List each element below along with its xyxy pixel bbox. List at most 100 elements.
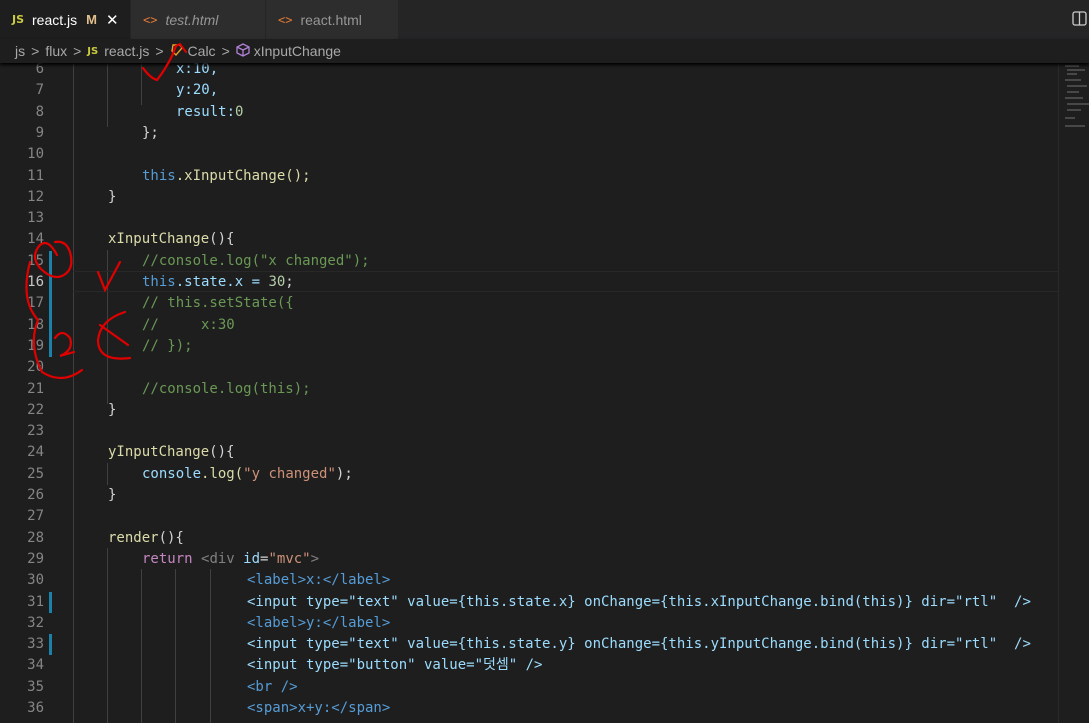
code-line: 12 } bbox=[0, 187, 1058, 208]
code-token: //console.log("x changed"); bbox=[142, 252, 370, 269]
minimap-line bbox=[1065, 79, 1081, 81]
tab-label: react.js bbox=[32, 11, 78, 28]
modified-line-marker bbox=[49, 335, 52, 358]
code-token: .xInputChange(); bbox=[175, 167, 311, 184]
line-number: 24 bbox=[27, 444, 44, 461]
code-token: <span>x+y:</span> bbox=[247, 700, 391, 716]
minimap-line bbox=[1065, 125, 1085, 127]
code-line: 15 //console.log("x changed"); bbox=[0, 250, 1058, 272]
code-token: 30 bbox=[268, 274, 286, 290]
code-line: 25 console.log("y changed"); bbox=[0, 464, 1058, 485]
code-token: ); bbox=[335, 465, 353, 482]
line-number: 9 bbox=[35, 124, 44, 141]
minimap-line bbox=[1067, 69, 1085, 71]
code-token: <label>y:</label> bbox=[247, 614, 391, 631]
line-number: 8 bbox=[35, 103, 44, 120]
code-token: // this.setState({ bbox=[142, 295, 294, 312]
code-line: 31 <input type="text" value={this.state.… bbox=[0, 591, 1058, 613]
line-number: 19 bbox=[27, 337, 44, 354]
code-token: "mvc" bbox=[268, 550, 311, 567]
code-token: return bbox=[142, 550, 193, 567]
tab-label: react.html bbox=[300, 11, 362, 28]
breadcrumb-file[interactable]: react.js bbox=[104, 43, 149, 59]
code-token: <label>x:</label> bbox=[247, 572, 391, 589]
minimap-line bbox=[1065, 65, 1079, 67]
minimap-line bbox=[1065, 97, 1083, 99]
minimap[interactable] bbox=[1058, 63, 1089, 723]
code-token: } bbox=[108, 188, 117, 205]
code-token: // }); bbox=[142, 337, 193, 354]
code-line: 23 bbox=[0, 421, 1058, 442]
line-number: 12 bbox=[27, 188, 44, 205]
code-line: 10 bbox=[0, 144, 1058, 165]
code-line: 29 return <div id="mvc"> bbox=[0, 549, 1058, 570]
line-number: 29 bbox=[27, 550, 44, 567]
line-number: 22 bbox=[27, 401, 44, 418]
line-number: 6 bbox=[35, 63, 44, 77]
tab-react-js[interactable]: JS react.js M ✕ bbox=[0, 0, 131, 39]
layout-icon[interactable] bbox=[1071, 9, 1089, 29]
code-line: 17 // this.setState({ bbox=[0, 293, 1058, 315]
modified-indicator: M bbox=[86, 12, 97, 27]
modified-line-marker bbox=[49, 272, 52, 294]
code-token: <br /> bbox=[247, 678, 298, 695]
breadcrumb-folder-flux[interactable]: flux bbox=[45, 43, 67, 59]
minimap-line bbox=[1067, 73, 1077, 75]
code-line: 32 <label>y:</label> bbox=[0, 613, 1058, 634]
code-line: 19 // }); bbox=[0, 335, 1058, 358]
line-number: 32 bbox=[27, 614, 44, 631]
tab-test-html[interactable]: <> test.html bbox=[131, 0, 266, 39]
breadcrumb: js > flux > JS react.js > Calc > xInputC… bbox=[0, 39, 1089, 63]
line-number: 23 bbox=[27, 423, 44, 440]
tab-label: test.html bbox=[165, 11, 219, 28]
minimap-line bbox=[1067, 91, 1079, 93]
code-token: .state.x = bbox=[175, 274, 269, 290]
line-number: 10 bbox=[27, 146, 44, 163]
close-icon[interactable]: ✕ bbox=[106, 11, 119, 29]
code-token: (){ bbox=[209, 231, 235, 248]
code-token: result: bbox=[176, 103, 236, 120]
code-line: 27 bbox=[0, 506, 1058, 527]
line-number: 15 bbox=[27, 252, 44, 269]
method-symbol-icon bbox=[236, 42, 250, 60]
code-token: (){ bbox=[158, 529, 184, 546]
breadcrumb-folder-js[interactable]: js bbox=[15, 43, 25, 59]
minimap-line bbox=[1065, 117, 1075, 119]
line-number: 30 bbox=[27, 572, 44, 589]
code-token: .log( bbox=[201, 465, 244, 482]
code-token: console bbox=[142, 465, 202, 482]
code-token: render bbox=[108, 529, 159, 546]
code-line: 21 //console.log(this); bbox=[0, 379, 1058, 400]
code-line: 16 this.state.x = 30; bbox=[0, 272, 1058, 294]
line-number: 20 bbox=[27, 359, 44, 376]
code-line: 34 <input type="button" value="덧셈" /> bbox=[0, 655, 1058, 676]
line-number: 34 bbox=[27, 657, 44, 674]
breadcrumb-class[interactable]: Calc bbox=[188, 43, 216, 59]
code-token: <input type="text" value={this.state.y} … bbox=[247, 636, 1031, 653]
breadcrumb-separator: > bbox=[155, 43, 164, 59]
line-number: 13 bbox=[27, 210, 44, 227]
tab-bar: JS react.js M ✕ <> test.html <> react.ht… bbox=[0, 0, 1089, 39]
code-line: 33 <input type="text" value={this.state.… bbox=[0, 634, 1058, 656]
code-token: ; bbox=[285, 274, 294, 290]
line-number: 25 bbox=[27, 465, 44, 482]
line-number: 33 bbox=[27, 636, 44, 653]
code-token: this bbox=[142, 167, 176, 184]
breadcrumb-method[interactable]: xInputChange bbox=[254, 43, 341, 59]
code-token: <input type="button" value="덧셈" /> bbox=[247, 657, 543, 674]
code-token: //console.log(this); bbox=[142, 380, 311, 397]
code-token: }; bbox=[142, 124, 159, 141]
code-line: 26 } bbox=[0, 485, 1058, 506]
html-file-icon: <> bbox=[278, 12, 293, 27]
line-number: 31 bbox=[27, 593, 44, 610]
code-editor[interactable]: 6 x:10, 7 y:20, 8 result:0 9 }; 10 11 th… bbox=[0, 63, 1058, 723]
line-number: 36 bbox=[27, 700, 44, 716]
code-token: id bbox=[243, 550, 261, 567]
tab-react-html[interactable]: <> react.html bbox=[266, 0, 399, 39]
modified-line-marker bbox=[49, 634, 52, 656]
line-number: 17 bbox=[27, 295, 44, 312]
code-token: } bbox=[108, 401, 117, 418]
modified-line-marker bbox=[49, 293, 52, 315]
code-line: 35 <br /> bbox=[0, 677, 1058, 698]
code-token: } bbox=[108, 487, 117, 503]
